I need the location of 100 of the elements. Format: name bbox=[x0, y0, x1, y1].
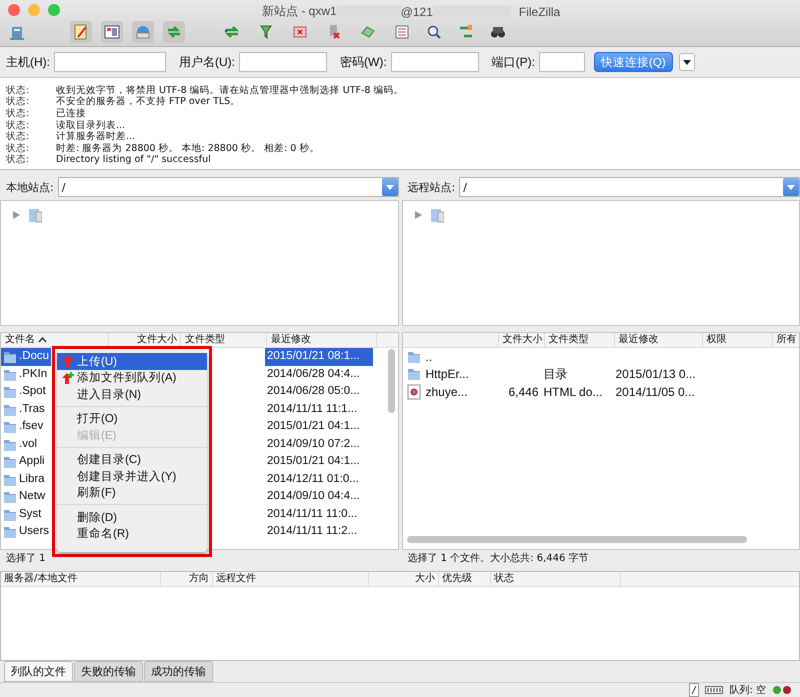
drive-icon bbox=[430, 207, 444, 223]
file-name[interactable]: .PKIn bbox=[19, 366, 48, 383]
sort-icon bbox=[38, 337, 47, 343]
file-name: zhuye... bbox=[426, 384, 468, 399]
file-name[interactable]: .vol bbox=[19, 436, 37, 453]
caret-icon bbox=[682, 60, 691, 64]
up-arrow-plus-icon bbox=[61, 370, 75, 384]
path-field[interactable]: / bbox=[58, 177, 398, 197]
path-field[interactable]: / bbox=[459, 177, 800, 197]
modified-date[interactable]: 2015/01/21 08:1... bbox=[265, 348, 373, 366]
caret-icon bbox=[787, 184, 795, 190]
tab[interactable]: 失败的传输 bbox=[74, 661, 143, 682]
file-name[interactable]: .fsev bbox=[19, 418, 44, 436]
column-header[interactable]: 权限 bbox=[702, 333, 772, 347]
menu-item[interactable]: 创建目录(C) bbox=[57, 452, 207, 468]
menu-item[interactable]: 重命名(R) bbox=[57, 526, 207, 542]
menu-item[interactable]: 创建目录并进入(Y) bbox=[57, 468, 207, 484]
column-header[interactable]: 文件大小 bbox=[109, 333, 181, 347]
log-message: Directory listing of "/" successful bbox=[56, 154, 211, 166]
column-header[interactable]: 服务器/本地文件 bbox=[1, 572, 161, 586]
tab[interactable]: 列队的文件 bbox=[4, 661, 73, 682]
toolbar-button[interactable] bbox=[70, 21, 92, 43]
expand-triangle-icon[interactable] bbox=[13, 211, 20, 219]
modified-date[interactable]: 2014/11/11 11:1... bbox=[265, 400, 373, 418]
column-header[interactable]: 最近修改 bbox=[267, 333, 377, 347]
file-name[interactable]: .Spot bbox=[19, 383, 46, 400]
folder-icon bbox=[3, 349, 17, 364]
file-name[interactable]: Libra bbox=[19, 470, 45, 488]
menu-item[interactable]: 打开(O) bbox=[57, 410, 207, 427]
input-field[interactable] bbox=[239, 52, 327, 72]
menu-item[interactable]: 刷新(F) bbox=[57, 484, 207, 501]
modified-date: 2014/11/05 0... bbox=[614, 384, 696, 399]
log-message: 已连接 bbox=[56, 108, 86, 120]
site-label: 本地站点: bbox=[6, 180, 54, 194]
window-title: 新站点 - qxw1 bbox=[262, 3, 337, 20]
column-header[interactable]: 方向 bbox=[161, 572, 213, 586]
up-arrow-icon bbox=[61, 354, 75, 368]
column-header[interactable]: 文件大小 bbox=[498, 333, 544, 347]
field-label: 用户名(U): bbox=[179, 54, 235, 70]
column-header[interactable]: 优先级 bbox=[439, 572, 491, 586]
log-message: 时差: 服务器为 28800 秒。 本地: 28800 秒。 相差: 0 秒。 bbox=[56, 142, 320, 154]
modified-date[interactable]: 2014/06/28 05:0... bbox=[265, 383, 373, 400]
field-label: 密码(W): bbox=[340, 54, 387, 70]
column-header[interactable]: 状态 bbox=[491, 572, 621, 586]
folder-icon bbox=[3, 524, 17, 540]
modified-date[interactable]: 2014/06/28 04:4... bbox=[265, 366, 373, 383]
list-icon bbox=[393, 23, 411, 41]
drive-icon bbox=[28, 207, 42, 223]
file-name[interactable]: Appli bbox=[19, 453, 45, 470]
close-button[interactable] bbox=[8, 4, 20, 16]
menu-item[interactable]: 进入目录(N) bbox=[57, 386, 207, 402]
filter-icon bbox=[257, 23, 275, 41]
input-field[interactable] bbox=[539, 52, 585, 72]
folder-icon bbox=[3, 419, 17, 434]
modified-date[interactable]: 2014/09/10 07:2... bbox=[265, 436, 373, 453]
log-message: 不安全的服务器，不支持 FTP over TLS。 bbox=[56, 96, 240, 108]
file-name[interactable]: Users bbox=[19, 523, 50, 540]
scrollbar[interactable] bbox=[388, 349, 396, 413]
menu-item[interactable]: 上传(U) bbox=[57, 353, 207, 370]
modified-date[interactable]: 2014/11/11 11:0... bbox=[265, 506, 373, 523]
file-size: 6,446 bbox=[507, 384, 538, 399]
file-name[interactable]: Netw bbox=[19, 488, 46, 506]
input-field[interactable] bbox=[54, 52, 166, 72]
search-icon bbox=[425, 23, 443, 41]
column-header[interactable]: 大小 bbox=[369, 572, 439, 586]
modified-date[interactable]: 2014/09/10 04:4... bbox=[265, 488, 373, 506]
file-type: HTML do... bbox=[542, 384, 604, 399]
input-field[interactable] bbox=[390, 52, 479, 72]
modified-date[interactable]: 2015/01/21 04:1... bbox=[265, 418, 373, 436]
column-header[interactable]: 远程文件 bbox=[213, 572, 369, 586]
file-name: .. bbox=[426, 350, 432, 364]
log-message: 读取目录列表... bbox=[56, 120, 126, 131]
queue-status: 队列: 空 bbox=[729, 684, 766, 697]
zoom-button[interactable] bbox=[48, 4, 60, 16]
modified-date[interactable]: 2015/01/21 04:1... bbox=[265, 453, 373, 470]
modified-date[interactable]: 2014/12/11 01:0... bbox=[265, 470, 373, 488]
path-text: / bbox=[60, 180, 66, 194]
site-label: 远程站点: bbox=[408, 180, 456, 194]
log-label: 状态: bbox=[6, 154, 30, 166]
toolbar-button[interactable] bbox=[101, 21, 123, 43]
column-header[interactable]: 最近修改 bbox=[614, 333, 702, 347]
html-file-icon bbox=[406, 384, 420, 400]
column-header[interactable]: 文件名 bbox=[1, 333, 109, 347]
folder-icon bbox=[3, 384, 17, 400]
folder-icon bbox=[3, 454, 17, 470]
log-label: 状态: bbox=[6, 142, 30, 154]
log-message: 收到无效字节，将禁用 UTF-8 编码。请在站点管理器中强制选择 UTF-8 编码。 bbox=[56, 84, 404, 96]
dropdown-button[interactable] bbox=[678, 53, 695, 71]
menu-item[interactable]: 删除(D) bbox=[57, 509, 207, 526]
file-name[interactable]: Syst bbox=[19, 506, 42, 523]
column-header[interactable]: 所有 bbox=[772, 333, 799, 347]
folder-icon bbox=[3, 489, 17, 504]
field-label: 端口(P): bbox=[492, 54, 535, 70]
modified-date[interactable]: 2014/11/11 11:2... bbox=[265, 523, 373, 540]
column-header[interactable]: 文件类型 bbox=[181, 333, 267, 347]
menu-item[interactable]: 添加文件到队列(A) bbox=[57, 370, 207, 386]
column-header[interactable]: 文件类型 bbox=[544, 333, 614, 347]
tab[interactable]: 成功的传输 bbox=[144, 661, 213, 682]
expand-triangle-icon[interactable] bbox=[414, 211, 422, 219]
file-name[interactable]: .Tras bbox=[19, 400, 45, 418]
